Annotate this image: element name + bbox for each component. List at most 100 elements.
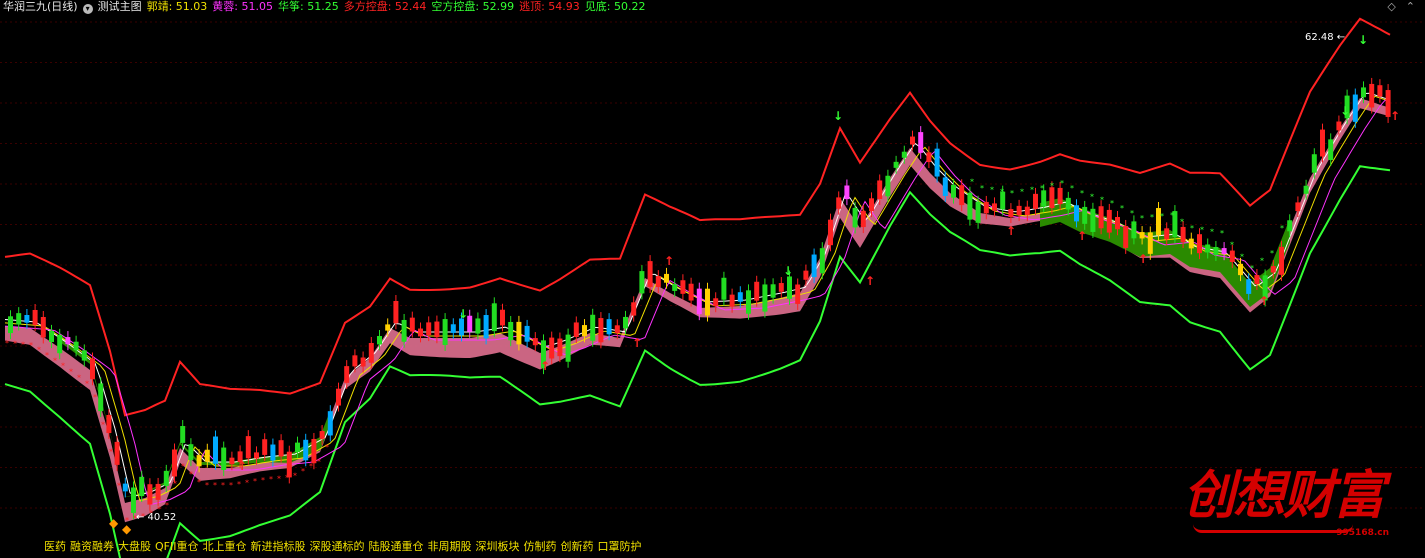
signal-dot: * [165,501,169,510]
signal-dot: * [261,476,265,485]
candle-body [975,201,981,223]
signal-dot: * [189,470,193,479]
signal-dot: * [253,477,257,486]
signal-dot: * [197,478,201,487]
high-price-label: 62.48 ← [1305,32,1345,43]
signal-dot: * [229,481,233,490]
concept-tag[interactable]: 深股通标的 [309,540,364,553]
candle-body [1295,202,1301,212]
candle-body [1287,220,1293,232]
candle-body [311,438,317,464]
candle-body [713,298,719,307]
concept-tags: 医药 融资融券 大盘股 QFII重仓 北上重仓 新进指标股 深股通标的 陆股通重仓 非周期股 深圳… [44,538,645,554]
signal-dot: * [1170,211,1174,220]
concept-tag[interactable]: 融资融券 [70,540,114,553]
candle-body [918,132,924,153]
candle-body [1279,246,1284,275]
candle-body [1074,205,1079,222]
concept-tag[interactable]: 非周期股 [427,540,471,553]
candle-body [557,338,563,357]
signal-dot: * [1050,182,1054,191]
concept-tag[interactable]: 大盘股 [118,540,151,553]
candle-body [532,338,538,346]
candle-body [614,325,620,334]
candle-body [664,273,669,283]
signal-dot: * [1130,209,1134,218]
signal-dot: * [1200,226,1204,235]
signal-dot: * [1180,218,1184,227]
signal-dot: * [117,481,121,490]
candle-body [368,343,374,363]
concept-tag[interactable]: 医药 [44,540,66,553]
candle-body [598,318,604,343]
candle-body [65,337,71,345]
buy-arrow-icon: ↑ [1006,224,1016,238]
candle-body [778,283,784,292]
concept-tag[interactable]: 北上重仓 [202,540,246,553]
candle-body [811,254,817,278]
signal-dot: * [1010,189,1014,198]
signal-dot: * [1210,227,1214,236]
signal-dot: * [1060,179,1064,188]
candle-body [1320,129,1325,157]
signal-dot: * [45,351,49,360]
signal-dot: * [285,474,289,483]
signal-dot: * [1110,199,1114,208]
candle-body [459,318,464,336]
buy-arrow-icon: ↑ [1390,109,1400,123]
candle-body [1057,187,1063,205]
candle-body [8,316,13,334]
candle-body [385,324,391,331]
signal-dot: * [1030,186,1034,195]
diamond-icon: ◆ [109,516,119,530]
signal-dot: * [1150,213,1154,222]
candle-body [746,290,751,314]
candle-body [639,271,645,294]
signal-dot: * [37,346,41,355]
candle-body [336,388,341,406]
signal-dot: * [109,448,113,457]
candle-body [270,444,276,461]
candle-body [24,314,30,323]
candle-body [1361,87,1366,98]
sell-arrow-icon: ↓ [458,307,468,321]
concept-tag[interactable]: QFII重仓 [155,540,198,553]
candle-body [1311,154,1317,173]
concept-tag[interactable]: 仿制药 [523,540,556,553]
candle-body [1065,197,1071,210]
buy-arrow-icon: ↑ [540,359,550,373]
candle-body [163,470,169,486]
candle-body [500,309,505,326]
concept-tag[interactable]: 创新药 [560,540,593,553]
candle-body [1008,209,1014,218]
candle-body [893,161,899,168]
signal-dot: * [205,481,209,490]
signal-dot: * [77,373,81,382]
sell-arrow-icon: ↓ [1340,104,1350,118]
sell-arrow-icon: ↓ [783,264,793,278]
buy-arrow-icon: ↑ [1077,229,1087,243]
candle-body [803,270,809,280]
candle-body [213,436,218,464]
concept-tag[interactable]: 深圳板块 [475,540,519,553]
signal-dot: * [1230,241,1234,250]
candle-body [869,198,874,212]
diamond-icon: ◆ [122,522,132,536]
candle-body [303,439,309,461]
candle-body [967,192,973,220]
candle-body [57,334,63,354]
signal-dot: * [1120,204,1124,213]
candle-body [401,319,407,342]
concept-tag[interactable]: 新进指标股 [250,540,305,553]
signal-dot: * [1080,189,1084,198]
signal-dot: * [1070,184,1074,193]
candle-body [172,449,177,477]
signal-dot: * [1040,184,1044,193]
candle-body [1205,244,1211,253]
candle-body [844,185,850,200]
candle-body [787,276,792,299]
concept-tag[interactable]: 陆股通重仓 [368,540,423,553]
watermark-url: 995168.cn [1336,528,1389,538]
concept-tag[interactable]: 口罩防护 [597,540,641,553]
candle-body [1188,238,1194,249]
